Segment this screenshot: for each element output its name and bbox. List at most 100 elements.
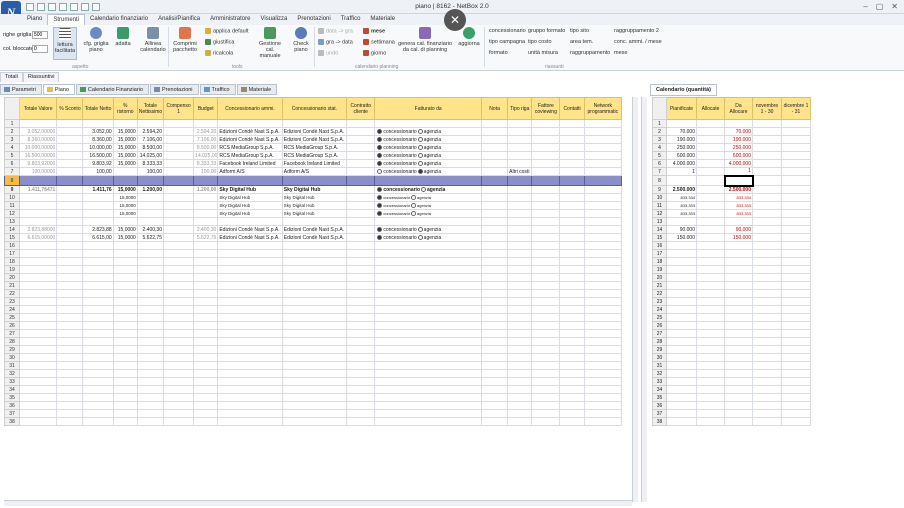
calendar-cell[interactable] (781, 329, 811, 338)
grid-cell[interactable]: 3.052,00000 (19, 127, 58, 136)
calendar-cell[interactable] (696, 417, 725, 426)
calendar-cell[interactable] (666, 289, 697, 298)
calendar-cell[interactable] (696, 209, 725, 218)
grid-cell[interactable]: 15,0000 (112, 151, 138, 160)
calendar-cell[interactable] (752, 201, 782, 210)
calendar-cell[interactable] (696, 185, 725, 194)
calendar-cell[interactable] (724, 409, 753, 418)
grid-cell[interactable] (162, 185, 195, 194)
calendar-row[interactable]: 32 (652, 369, 811, 378)
grid-cell[interactable] (480, 409, 509, 418)
grid-cell[interactable]: Sky Digital Hub (281, 193, 348, 202)
calendar-cell[interactable] (696, 217, 725, 226)
table-row[interactable]: 13 (3, 217, 623, 226)
grid-cell[interactable] (281, 241, 348, 250)
grid-cell[interactable] (583, 135, 623, 144)
grid-cell[interactable] (559, 193, 585, 202)
grid-cell[interactable] (531, 321, 561, 330)
grid-cell[interactable]: 15,0000 (112, 127, 138, 136)
grid-cell[interactable] (56, 353, 84, 362)
grid-cell[interactable] (82, 369, 114, 378)
grid-cell[interactable] (531, 305, 561, 314)
grid-cell[interactable] (480, 345, 509, 354)
grid-cell[interactable] (193, 409, 219, 418)
grid-cell[interactable] (346, 353, 376, 362)
grid-cell[interactable] (56, 225, 84, 234)
calendar-row[interactable]: 23 (652, 297, 811, 306)
grid-cell[interactable] (531, 281, 561, 290)
row-number[interactable]: 21 (3, 281, 21, 290)
radio-agenzia[interactable] (411, 203, 416, 209)
grid-cell[interactable] (112, 361, 138, 370)
grid-cell[interactable] (507, 209, 533, 218)
grid-cell[interactable] (19, 273, 58, 282)
calendar-cell[interactable] (696, 337, 725, 346)
calendar-cell[interactable] (752, 337, 782, 346)
grid-cell[interactable]: 15,0000 (112, 201, 138, 210)
grid-cell[interactable] (583, 167, 623, 176)
calendar-cell[interactable] (666, 361, 697, 370)
print-icon[interactable] (59, 3, 67, 11)
grid-cell[interactable] (531, 401, 561, 410)
grid-cell[interactable] (19, 313, 58, 322)
grid-cell[interactable]: 14.025,00 (193, 151, 219, 160)
grid-cell[interactable] (162, 393, 195, 402)
grid-cell[interactable] (531, 393, 561, 402)
table-row[interactable]: 29 (3, 345, 623, 354)
calendar-cell[interactable] (724, 313, 753, 322)
radio-agenzia[interactable] (411, 211, 416, 217)
radio-concessionario[interactable] (377, 144, 383, 150)
grid-cell[interactable] (583, 185, 623, 194)
grid-cell[interactable] (559, 305, 585, 314)
row-number[interactable]: 33 (652, 377, 667, 386)
calendar-row[interactable]: 10 833.334 833.334 (652, 193, 811, 202)
grid-cell[interactable] (19, 353, 58, 362)
cfg-griglia-button[interactable]: cfg. griglia piano (82, 27, 110, 53)
grid-cell[interactable] (374, 321, 482, 330)
row-number[interactable]: 26 (652, 321, 667, 330)
row-number[interactable]: 27 (3, 329, 21, 338)
splitter-bar[interactable] (641, 97, 647, 502)
grid-cell[interactable] (162, 249, 195, 258)
calendar-cell[interactable] (724, 393, 753, 402)
row-number[interactable]: 21 (652, 281, 667, 290)
grid-cell[interactable]: concessionario agenzia (374, 193, 482, 202)
calendar-cell[interactable] (781, 241, 811, 250)
grid-cell[interactable] (480, 329, 509, 338)
grid-cell[interactable] (346, 377, 376, 386)
grid-cell[interactable] (136, 281, 164, 290)
tab-riassuntivi[interactable]: Riassuntivi (22, 72, 60, 82)
grid-cell[interactable] (56, 337, 84, 346)
grid-cell[interactable] (217, 305, 283, 314)
grid-cell[interactable] (531, 135, 561, 144)
grid-cell[interactable] (217, 297, 283, 306)
table-row[interactable]: 1 (3, 119, 623, 128)
calendar-cell[interactable] (696, 329, 725, 338)
table-row[interactable]: 37 (3, 409, 623, 418)
calendar-cell[interactable] (696, 159, 725, 168)
calendar-cell[interactable] (666, 241, 697, 250)
calendar-cell[interactable] (781, 127, 811, 136)
grid-cell[interactable]: 8.360,00 (82, 135, 114, 144)
calendar-cell[interactable] (781, 345, 811, 354)
grid-cell[interactable] (374, 401, 482, 410)
grid-cell[interactable] (480, 289, 509, 298)
grid-cell[interactable] (281, 353, 348, 362)
grid-cell[interactable] (507, 313, 533, 322)
calendar-cell[interactable] (781, 401, 811, 410)
grid-cell[interactable] (217, 393, 283, 402)
grid-cell[interactable] (193, 329, 219, 338)
calendar-cell[interactable] (752, 393, 782, 402)
calendar-cell[interactable]: 4.000.000 (666, 159, 697, 168)
grid-cell[interactable] (559, 233, 585, 242)
calendar-cell[interactable] (781, 337, 811, 346)
grid-cell[interactable] (56, 305, 84, 314)
grid-cell[interactable] (531, 233, 561, 242)
grid-cell[interactable]: 100,00 (82, 167, 114, 176)
grid-cell[interactable] (162, 159, 195, 168)
grid-cell[interactable]: Altri costi (507, 167, 533, 176)
row-number[interactable]: 13 (3, 217, 21, 226)
righe-griglia-input[interactable] (32, 31, 48, 39)
grid-cell[interactable] (480, 265, 509, 274)
grid-cell[interactable] (374, 361, 482, 370)
